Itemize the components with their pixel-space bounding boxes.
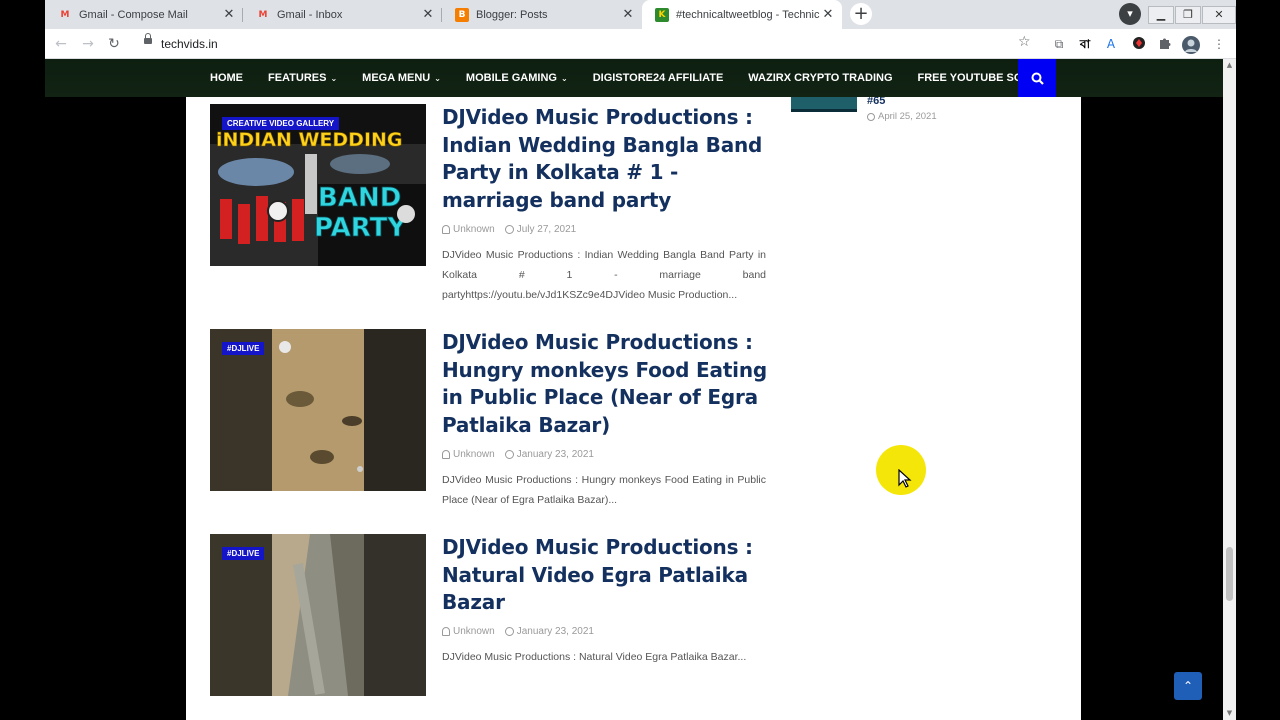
close-icon[interactable]: ✕ [620,7,636,22]
chevron-down-icon: ⌄ [560,73,568,83]
thumbnail-text: BAND [318,183,401,213]
post-meta: Unknown January 23, 2021 [442,626,604,637]
post-thumbnail[interactable]: #DJLIVE [210,534,426,696]
post-title[interactable]: DJVideo Music Productions : Hungry monke… [442,329,772,439]
mouse-cursor-icon [898,468,912,494]
back-button[interactable]: ← [51,34,71,54]
category-badge[interactable]: CREATIVE VIDEO GALLERY [222,117,340,130]
chevron-down-icon: ⌄ [330,73,338,83]
forward-button[interactable]: → [78,34,98,54]
scroll-up-arrow-icon[interactable]: ▲ [1223,61,1236,69]
search-icon [1031,72,1044,85]
chevron-down-icon: ⌄ [434,73,441,83]
extension-icon[interactable] [1131,36,1147,52]
tab-title: Blogger: Posts [476,8,548,21]
scrollbar-thumb[interactable] [1226,547,1233,601]
blogger-icon: B [455,7,469,22]
post-thumbnail[interactable]: BAND PARTY iNDIAN WEDDING CREATIVE VIDEO… [210,104,426,266]
address-bar[interactable]: techvids.in [161,37,218,51]
post-snippet: DJVideo Music Productions : Natural Vide… [442,651,747,663]
user-icon [442,627,450,636]
clock-icon [504,225,514,234]
reload-button[interactable]: ↻ [104,34,124,54]
post-title[interactable]: DJVideo Music Productions : Natural Vide… [442,534,772,617]
clock-icon [867,112,875,121]
category-badge[interactable]: #DJLIVE [222,342,265,355]
tab-techvids-active[interactable]: K #technicaltweetblog - Technical ✕ [642,0,842,29]
screen: M Gmail - Compose Mail ✕ M Gmail - Inbox… [0,0,1280,720]
site-search-button[interactable] [1018,59,1056,97]
tab-blogger-posts[interactable]: B Blogger: Posts ✕ [442,0,642,29]
tab-gmail-compose[interactable]: M Gmail - Compose Mail ✕ [45,0,243,29]
post-title[interactable]: DJVideo Music Productions : Indian Weddi… [442,104,772,214]
thumbnail-text: iNDIAN WEDDING [216,129,403,151]
tab-search-icon[interactable]: ▾ [1119,3,1141,25]
nav-mobile-gaming[interactable]: MOBILE GAMING ⌄ [466,72,568,84]
maximize-button[interactable]: ❐ [1175,5,1201,24]
nav-home[interactable]: HOME [210,72,243,84]
translate-icon[interactable]: A [1103,36,1119,52]
clock-icon [504,450,514,459]
new-tab-button[interactable]: + [850,3,872,25]
tab-title: Gmail - Inbox [277,8,343,21]
clock-icon [504,627,514,636]
bangla-extension-icon[interactable]: বা [1077,36,1093,52]
sidebar-post-thumbnail[interactable] [791,97,857,112]
nav-free-youtube-song[interactable]: FREE YOUTUBE SONG [918,72,1020,84]
thumbnail-text: PARTY [314,213,407,243]
bookmark-star-icon[interactable]: ☆ [1018,34,1031,50]
site-nav-links: HOME FEATURES ⌄ MEGA MENU ⌄ MOBILE GAMING ⌄… [210,59,1020,97]
post-thumbnail[interactable]: #DJLIVE [210,329,426,491]
scroll-down-arrow-icon[interactable]: ▼ [1223,709,1236,717]
close-icon[interactable]: ✕ [820,7,836,22]
page-scrollbar[interactable]: ▲ ▼ [1223,59,1236,720]
sidebar-post-date: April 25, 2021 [867,111,937,122]
avatar[interactable] [1182,36,1200,54]
nav-mega-menu[interactable]: MEGA MENU ⌄ [362,72,441,84]
tab-title: Gmail - Compose Mail [79,8,188,21]
tab-title: #technicaltweetblog - Technical [676,8,820,21]
gmail-icon: M [258,9,268,20]
category-badge[interactable]: #DJLIVE [222,547,265,560]
lock-icon[interactable] [144,33,152,44]
gmail-icon: M [60,9,70,20]
close-icon[interactable]: ✕ [420,7,436,22]
user-icon [442,450,450,459]
back-to-top-button[interactable]: ⌃ [1174,672,1202,700]
nav-wazirx[interactable]: WAZIRX CRYPTO TRADING [748,72,892,84]
minimize-button[interactable]: ▁ [1148,5,1174,24]
post-snippet: DJVideo Music Productions : Indian Weddi… [442,249,766,301]
web-page: HOME FEATURES ⌄ MEGA MENU ⌄ MOBILE GAMING ⌄… [45,59,1236,720]
browser-toolbar: ← → ↻ techvids.in ☆ ⧉ বা A ⋮ [45,29,1236,59]
site-nav: HOME FEATURES ⌄ MEGA MENU ⌄ MOBILE GAMING ⌄… [45,59,1236,97]
nav-features[interactable]: FEATURES ⌄ [268,72,337,84]
window-controls: ▁ ❐ ✕ [1147,0,1236,29]
site-icon: K [655,7,669,22]
puzzle-extensions-icon[interactable] [1157,36,1173,52]
kebab-menu-icon[interactable]: ⋮ [1211,36,1227,52]
user-icon [442,225,450,234]
post-snippet: DJVideo Music Productions : Hungry monke… [442,474,766,506]
post-meta: Unknown July 27, 2021 [442,224,586,235]
extension-icon[interactable]: ⧉ [1051,36,1067,52]
sidebar-post-title[interactable]: #65 [867,97,927,106]
close-icon[interactable]: ✕ [221,7,237,22]
browser-window: M Gmail - Compose Mail ✕ M Gmail - Inbox… [45,0,1236,720]
close-window-button[interactable]: ✕ [1202,5,1236,24]
tab-gmail-inbox[interactable]: M Gmail - Inbox ✕ [243,0,442,29]
nav-digistore24[interactable]: DIGISTORE24 AFFILIATE [593,72,724,84]
tab-strip: M Gmail - Compose Mail ✕ M Gmail - Inbox… [45,0,1236,29]
post-meta: Unknown January 23, 2021 [442,449,604,460]
